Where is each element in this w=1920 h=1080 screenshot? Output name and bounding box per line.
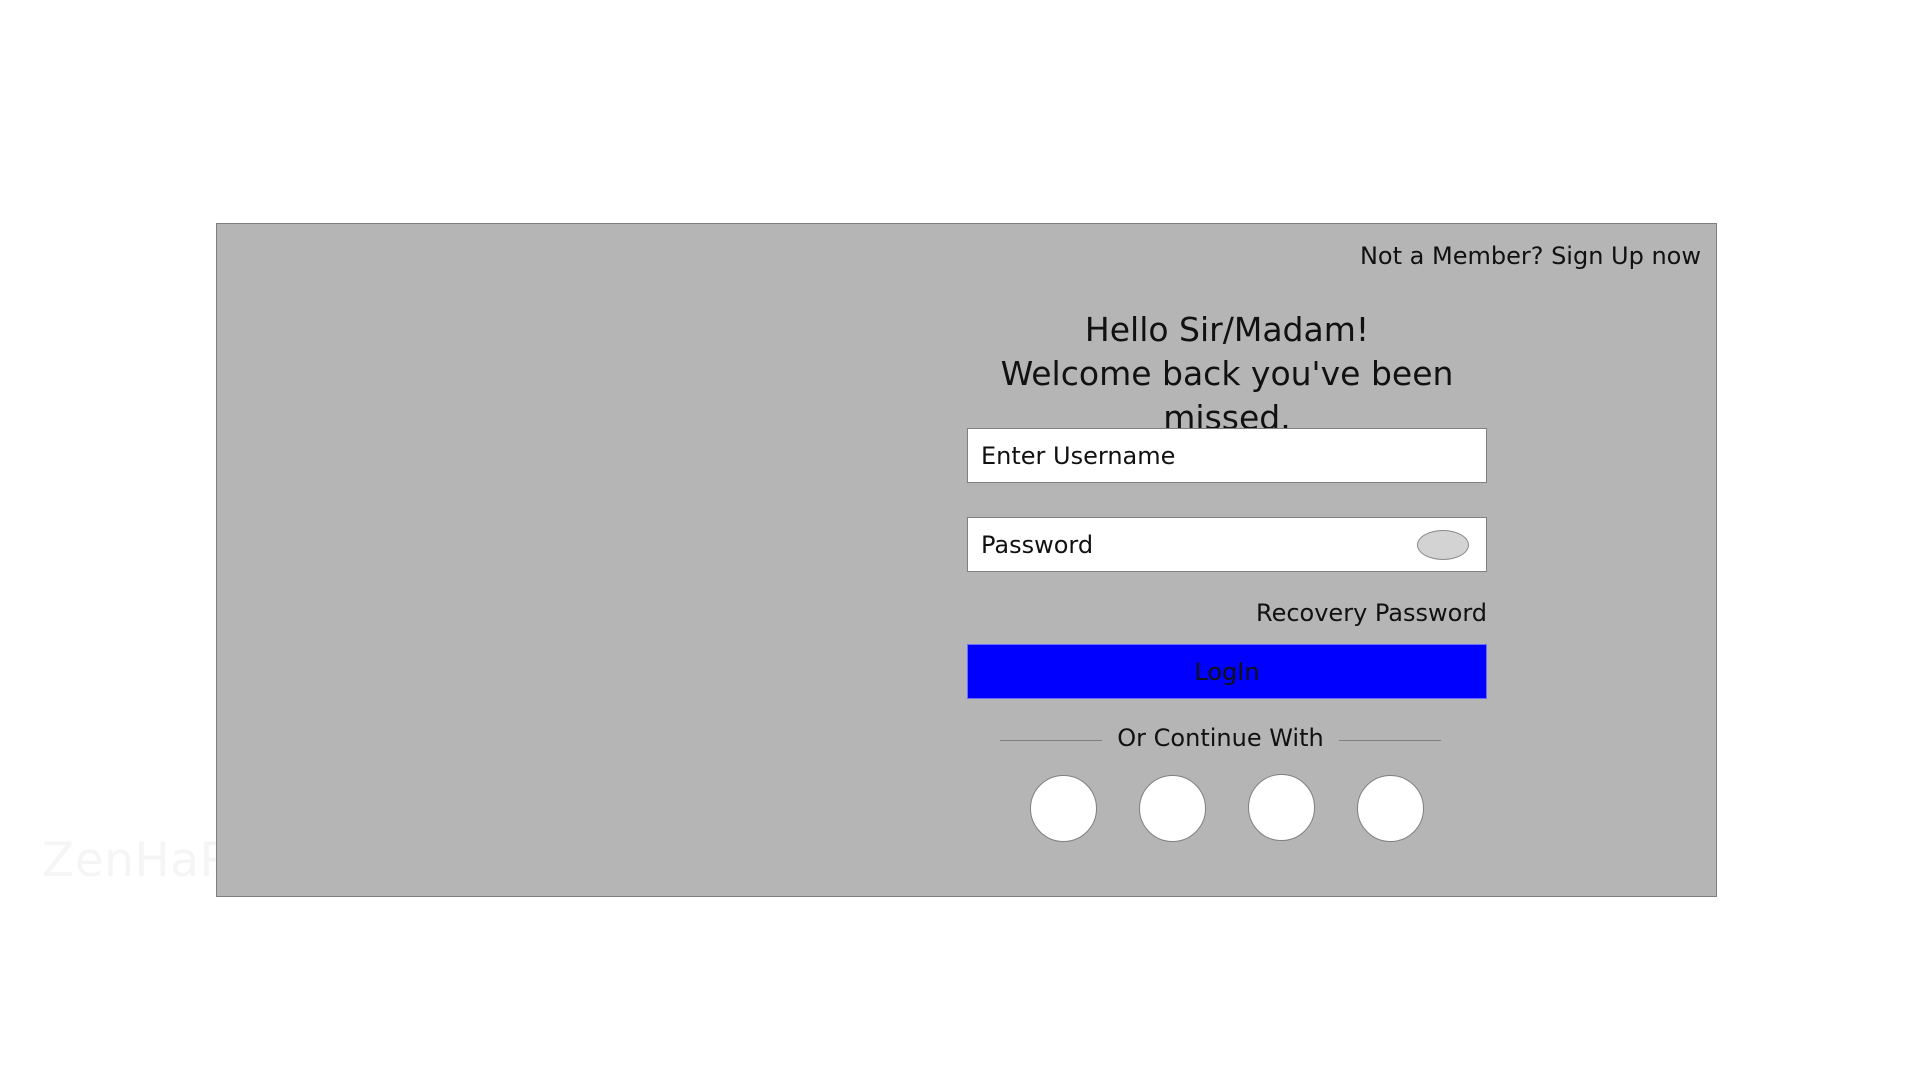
login-card: Not a Member? Sign Up now Hello Sir/Mada… <box>216 223 1717 897</box>
greeting: Hello Sir/Madam! Welcome back you've bee… <box>967 308 1487 440</box>
password-field-container <box>967 517 1487 572</box>
login-page: ZenHaRa Not a Member? Sign Up now Hello … <box>0 0 1920 1080</box>
divider-text: Or Continue With <box>1117 724 1324 752</box>
social-login-button-4[interactable] <box>1357 775 1424 842</box>
eye-icon[interactable] <box>1417 530 1469 560</box>
greeting-title: Hello Sir/Madam! <box>1084 310 1370 349</box>
password-input[interactable] <box>968 518 1486 571</box>
username-input[interactable] <box>968 429 1486 482</box>
social-login-button-3[interactable] <box>1248 774 1315 841</box>
login-button[interactable]: LogIn <box>967 644 1487 699</box>
signup-link[interactable]: Not a Member? Sign Up now <box>1360 242 1701 270</box>
greeting-subtitle: Welcome back you've been missed. <box>1000 354 1454 437</box>
social-login-button-1[interactable] <box>1030 775 1097 842</box>
username-field-container <box>967 428 1487 483</box>
divider-line-right <box>1339 740 1441 741</box>
social-login-button-2[interactable] <box>1139 775 1206 842</box>
divider-line-left <box>1000 740 1102 741</box>
recovery-password-link[interactable]: Recovery Password <box>967 599 1487 627</box>
